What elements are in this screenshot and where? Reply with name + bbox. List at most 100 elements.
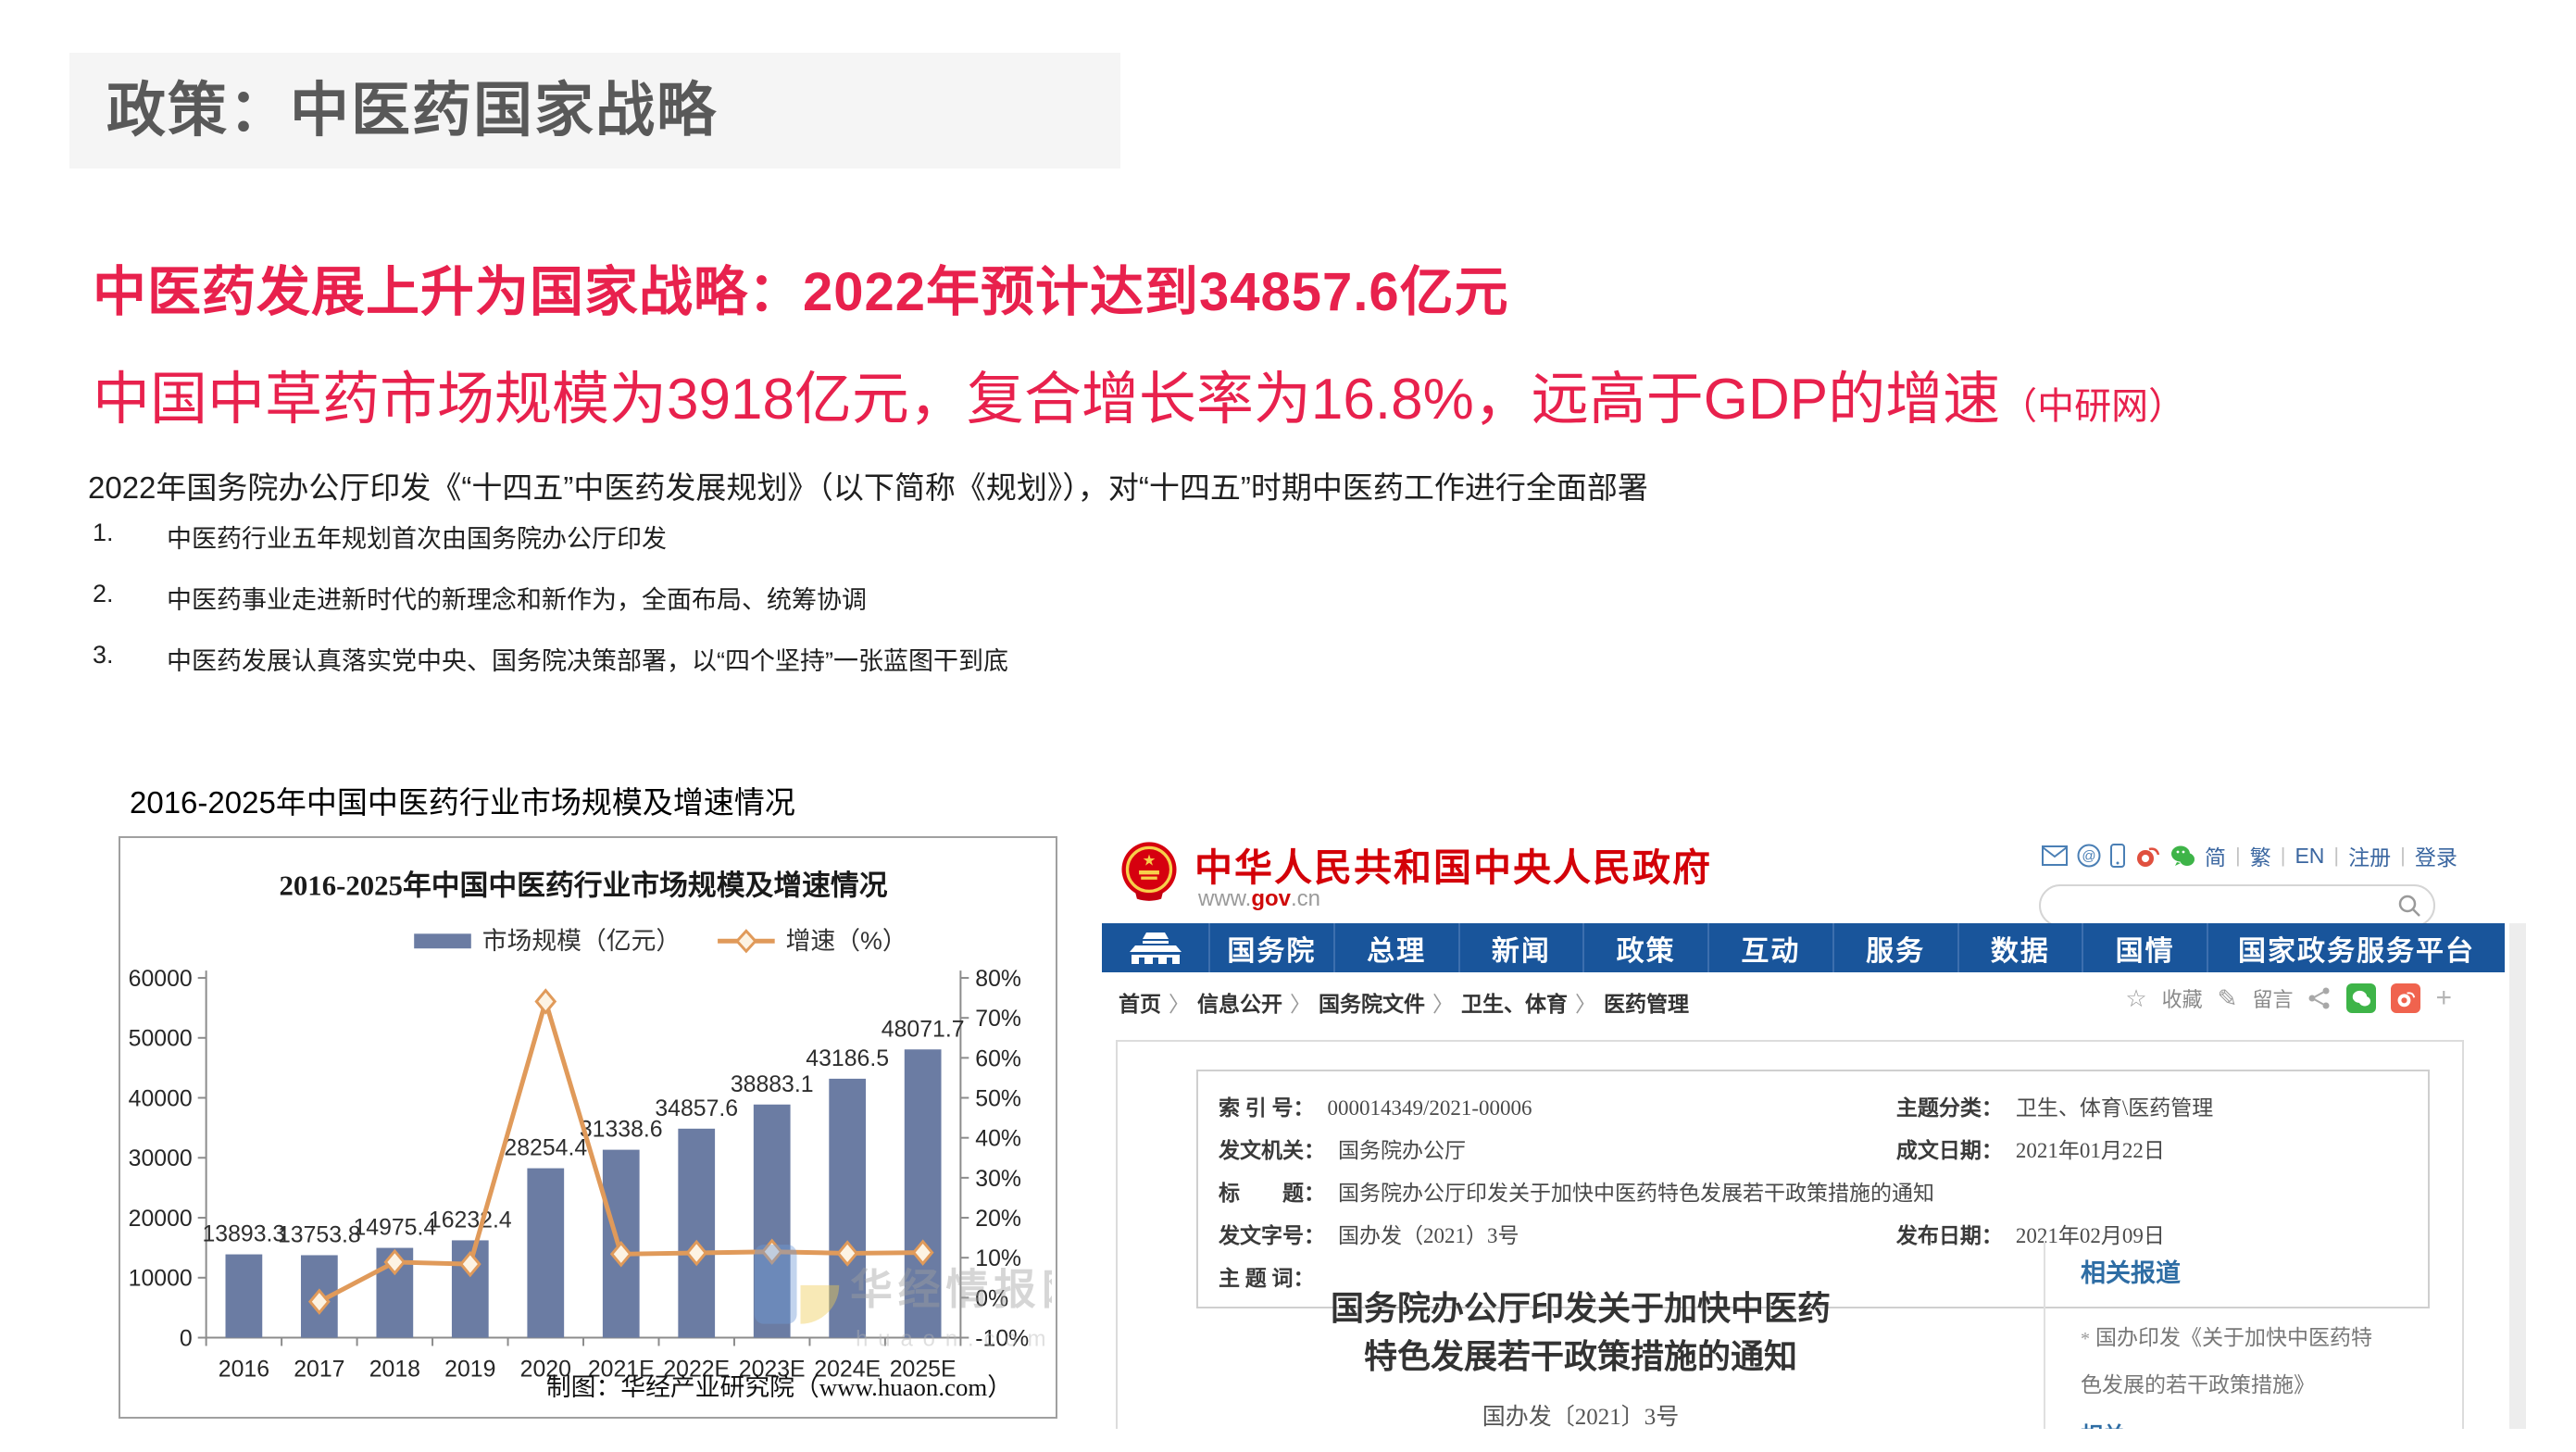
agency-label: 发文机关： (1219, 1139, 1325, 1162)
wechat-share-icon[interactable] (2346, 983, 2376, 1013)
right-tick-label: 30% (975, 1167, 1021, 1192)
watermark-subtext: huaon.com (856, 1326, 1052, 1351)
breadcrumb: 首页〉信息公开〉国务院文件〉卫生、体育〉医药管理 (1119, 986, 1689, 1018)
subheadline-text: 中国中草药市场规模为3918亿元，复合增长率为16.8%，远高于GDP的增速 (93, 368, 2000, 432)
list-number: 2. (93, 580, 167, 616)
index-label: 索 引 号： (1219, 1096, 1315, 1120)
left-tick-label: 10000 (129, 1267, 193, 1292)
register-link[interactable]: 注册 (2348, 840, 2391, 871)
document-title-line2: 特色发展若干政策措施的通知 (1173, 1333, 1988, 1381)
info-cell: 发文机关： 国务院办公厅 (1219, 1133, 1896, 1164)
doc-title-value: 国务院办公厅印发关于加快中医药特色发展若干政策措施的通知 (1338, 1182, 1934, 1205)
info-row: 索 引 号：000014349/2021-00006 主题分类：卫生、体育\医药… (1219, 1090, 2407, 1121)
login-link[interactable]: 登录 (2415, 840, 2457, 871)
right-tick-label: 80% (975, 967, 1021, 992)
nav-item-7[interactable]: 国情 (2082, 923, 2207, 972)
nav-item-6[interactable]: 数据 (1957, 923, 2082, 972)
related-report-link[interactable]: *国办印发《关于加快中医药特 色发展的若干政策措施》 (2081, 1315, 2432, 1408)
sidebar-divider (2044, 1241, 2045, 1429)
list-item: 1.中医药行业五年规划首次由国务院办公厅印发 (93, 519, 1008, 555)
weibo-share-icon[interactable] (2391, 983, 2420, 1013)
topic-value: 卫生、体育\医药管理 (2016, 1096, 2213, 1120)
document-content-box: 索 引 号：000014349/2021-00006 主题分类：卫生、体育\医药… (1116, 1040, 2464, 1429)
lang-en-link[interactable]: EN (2295, 844, 2324, 869)
nav-item-0[interactable]: 国务院 (1208, 923, 1333, 972)
topic-label: 主题分类： (1896, 1096, 2003, 1120)
mobile-icon[interactable] (2110, 844, 2125, 868)
scrollbar-strip (2509, 923, 2526, 1429)
gov-site-title: 中华人民共和国中央人民政府 (1194, 836, 1712, 892)
link-separator: | (2235, 844, 2241, 868)
legend-bar-label: 市场规模（亿元） (482, 927, 682, 955)
url-gov: gov (1251, 886, 1291, 911)
mail-icon[interactable] (2042, 845, 2068, 866)
lang-traditional-link[interactable]: 繁 (2250, 840, 2271, 871)
search-icon[interactable] (2396, 893, 2422, 919)
nav-home-button[interactable] (1102, 923, 1208, 972)
info-row: 发文机关：国务院办公厅 成文日期：2021年01月22日 (1219, 1133, 2407, 1164)
weibo-icon[interactable] (2134, 844, 2160, 868)
share-icon[interactable] (2307, 986, 2332, 1010)
wechat-icon[interactable] (2170, 844, 2195, 868)
related-reports-title: 相关报道 (2081, 1253, 2432, 1289)
intro-paragraph: 2022年国务院办公厅印发《“十四五”中医药发展规划》（以下简称《规划》），对“… (88, 463, 1648, 507)
breadcrumb-item-4[interactable]: 医药管理 (1604, 993, 1689, 1016)
nav-item-3[interactable]: 政策 (1582, 923, 1707, 972)
at-icon[interactable]: @ (2077, 844, 2101, 868)
bar-value-label: 31338.6 (580, 1118, 663, 1143)
gov-site-url: www.gov.cn (1198, 886, 1320, 912)
breadcrumb-item-3[interactable]: 卫生、体育 (1461, 993, 1568, 1016)
search-input[interactable] (2039, 884, 2435, 927)
breadcrumb-separator: 〉 (1425, 993, 1461, 1016)
right-tick-label: 60% (975, 1046, 1021, 1071)
legend-diamond-marker (737, 931, 756, 951)
left-tick-label: 50000 (129, 1027, 193, 1052)
document-title-line1: 国务院办公厅印发关于加快中医药 (1173, 1284, 1988, 1333)
watermark-text: 华经情报网 (850, 1266, 1052, 1313)
document-number: 国办发〔2021〕3号 (1173, 1394, 1988, 1429)
info-row: 发文字号：国办发（2021）3号 发布日期：2021年02月09日 (1219, 1218, 2407, 1249)
list-number: 1. (93, 519, 167, 555)
related-line2[interactable]: 色发展的若干政策措施》 (2081, 1373, 2315, 1396)
list-text: 中医药事业走进新时代的新理念和新作为，全面布局、统筹协调 (167, 580, 867, 616)
written-date-label: 成文日期： (1896, 1139, 2003, 1162)
info-cell: 标 题： 国务院办公厅印发关于加快中医药特色发展若干政策措施的通知 (1219, 1175, 2407, 1207)
bar-2022E (678, 1129, 715, 1338)
svg-text:★: ★ (1143, 853, 1157, 870)
page-actions: ☆ 收藏 ✎ 留言 + (2125, 983, 2452, 1014)
info-cell: 发文字号：国办发（2021）3号 (1219, 1218, 1896, 1249)
nav-item-4[interactable]: 互动 (1707, 923, 1832, 972)
chart-title: 2016-2025年中国中医药行业市场规模及增速情况 (280, 870, 888, 902)
star-icon[interactable]: ☆ (2125, 984, 2146, 1013)
related-reports-panel: 相关报道 *国办印发《关于加快中医药特 色发展的若干政策措施》 (2081, 1253, 2432, 1408)
related-line1[interactable]: 国办印发《关于加快中医药特 (2095, 1326, 2372, 1349)
comment-button[interactable]: 留言 (2252, 983, 2293, 1013)
breadcrumb-item-0[interactable]: 首页 (1119, 993, 1161, 1016)
agency-value: 国务院办公厅 (1338, 1139, 1466, 1162)
nav-item-5[interactable]: 服务 (1832, 923, 1957, 972)
pen-icon[interactable]: ✎ (2218, 984, 2238, 1013)
document-main-title: 国务院办公厅印发关于加快中医药 特色发展若干政策措施的通知 国办发〔2021〕3… (1173, 1284, 1988, 1429)
breadcrumb-separator: 〉 (1161, 993, 1197, 1016)
nav-item-1[interactable]: 总理 (1333, 923, 1458, 972)
page-title: 政策：中医药国家战略 (69, 53, 1120, 169)
x-category-label: 2018 (369, 1357, 420, 1382)
nav-item-2[interactable]: 新闻 (1458, 923, 1583, 972)
bar-value-label: 14975.4 (353, 1216, 436, 1241)
bar-2016 (226, 1255, 263, 1338)
nav-item-8[interactable]: 国家政务服务平台 (2207, 923, 2505, 972)
subheadline: 中国中草药市场规模为3918亿元，复合增长率为16.8%，远高于GDP的增速（中… (93, 352, 2185, 435)
info-row: 标 题： 国务院办公厅印发关于加快中医药特色发展若干政策措施的通知 (1219, 1175, 2407, 1207)
slide-title-bar: 政策：中医药国家战略 (69, 53, 1120, 169)
breadcrumb-item-2[interactable]: 国务院文件 (1319, 993, 1425, 1016)
chart-svg: 2016-2025年中国中医药行业市场规模及增速情况市场规模（亿元）增速（%）0… (120, 838, 1052, 1413)
lang-simplified-link[interactable]: 简 (2205, 840, 2226, 871)
breadcrumb-item-1[interactable]: 信息公开 (1197, 993, 1282, 1016)
doc-title-label: 标 题： (1219, 1182, 1325, 1205)
plus-icon[interactable]: + (2435, 983, 2452, 1014)
publish-date-value: 2021年02月09日 (2016, 1224, 2165, 1247)
favorite-button[interactable]: 收藏 (2162, 983, 2203, 1013)
bar-value-label: 13893.3 (203, 1222, 286, 1247)
national-emblem-logo: ★ (1117, 838, 1182, 903)
related-truncated-text: 相关 (2081, 1417, 2125, 1429)
